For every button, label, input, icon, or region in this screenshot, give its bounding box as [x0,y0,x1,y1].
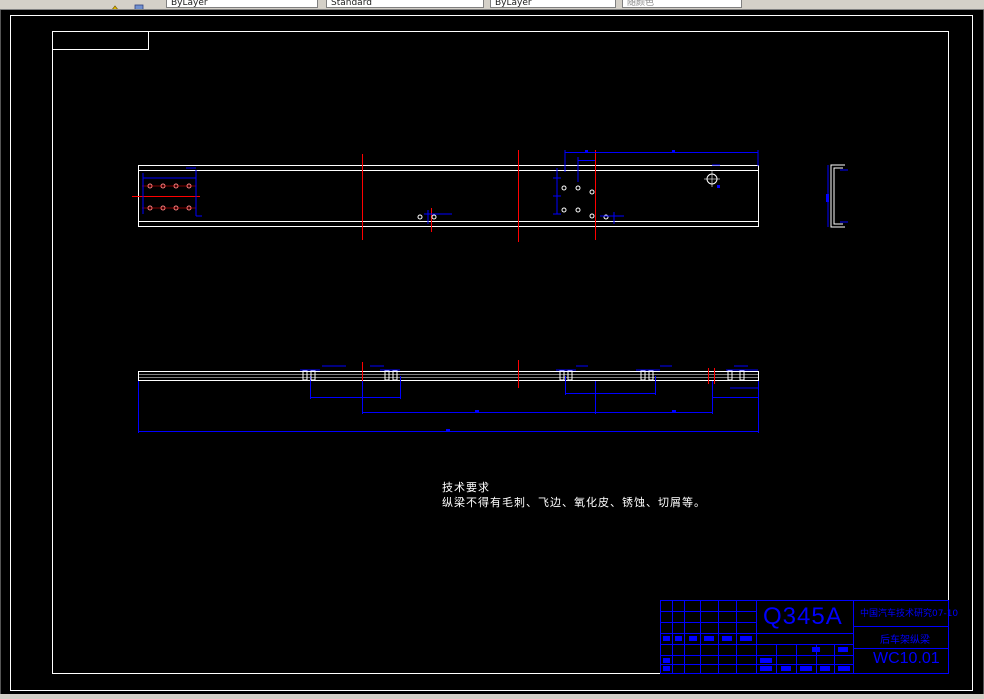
large-hole [704,164,720,188]
left-hole-group [142,167,202,217]
section-view [826,164,848,228]
front-view [132,150,759,242]
material-label: Q345A [763,603,843,630]
right-hole-group [553,150,759,224]
top-view [138,360,759,433]
code-box [52,31,149,50]
requirements-body: 纵梁不得有毛刺、飞边、氧化皮、锈蚀、切屑等。 [442,496,706,509]
outer-frame [10,15,973,691]
cad-drawing[interactable] [0,0,984,699]
inner-frame [52,31,949,674]
drawing-number-label: WC10.01 [873,650,940,667]
part-name-label: 后车架纵梁 [880,635,930,646]
project-label: 中国汽车技术研究07-10 [860,609,959,619]
requirements-title: 技术要求 [442,481,490,494]
